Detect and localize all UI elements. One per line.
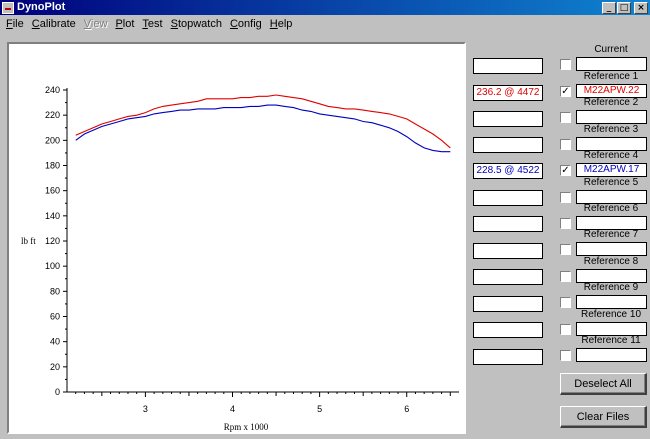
current-checkbox[interactable] — [560, 59, 571, 70]
readout-reference-9 — [473, 296, 543, 312]
readout-reference-1: 236.2 @ 4472 — [473, 85, 543, 101]
readout-reference-8 — [473, 269, 543, 285]
y-tick-label: 200 — [45, 135, 60, 145]
y-tick-label: 40 — [50, 337, 60, 347]
y-tick-label: 60 — [50, 312, 60, 322]
menu-view[interactable]: View — [80, 16, 112, 32]
readout-reference-3 — [473, 137, 543, 153]
x-axis-title: Rpm x 1000 — [224, 422, 269, 432]
reference-9-label: Reference 9 — [583, 282, 639, 293]
clear-files-button[interactable]: Clear Files — [560, 406, 647, 428]
window-title: DynoPlot — [17, 1, 66, 13]
x-tick-label: 4 — [230, 404, 235, 414]
readout-reference-5 — [473, 190, 543, 206]
torque-chart: 0 20 40 60 80 100 120 140 160 180 200 220 240 3 4 5 6 lb… — [21, 85, 459, 432]
menu-stopwatch[interactable]: Stopwatch — [167, 16, 226, 32]
reference-5-file-field[interactable] — [576, 190, 647, 204]
menu-help[interactable]: Help — [266, 16, 297, 32]
current-file-field[interactable] — [576, 57, 647, 71]
menu-test[interactable]: Test — [138, 16, 166, 32]
reference-2-label: Reference 2 — [583, 97, 639, 108]
y-tick-label: 0 — [55, 387, 60, 397]
reference-5-label: Reference 5 — [583, 177, 639, 188]
readout-reference-11 — [473, 349, 543, 365]
reference-10-file-field[interactable] — [576, 322, 647, 336]
readout-reference-6 — [473, 216, 543, 232]
reference-2-file-field[interactable] — [576, 110, 647, 124]
app-icon — [2, 1, 14, 14]
y-tick-label: 240 — [45, 85, 60, 95]
x-tick-label: 6 — [404, 404, 409, 414]
reference-10-label: Reference 10 — [580, 309, 642, 320]
close-button[interactable]: × — [634, 1, 648, 14]
minimize-button[interactable]: _ — [602, 1, 616, 14]
y-tick-label: 180 — [45, 161, 60, 171]
reference-8-label: Reference 8 — [583, 256, 639, 267]
readout-reference-7 — [473, 243, 543, 259]
reference-8-file-field[interactable] — [576, 269, 647, 283]
menu-bar: File Calibrate View Plot Test Stopwatch … — [0, 15, 650, 33]
readout-reference-10 — [473, 322, 543, 338]
readout-reference-2 — [473, 111, 543, 127]
reference-11-label: Reference 11 — [581, 335, 641, 346]
y-tick-label: 140 — [45, 211, 60, 221]
torque-curve-2 — [75, 104, 451, 153]
plot-area: 0 20 40 60 80 100 120 140 160 180 200 220 240 3 4 5 6 lb… — [7, 42, 466, 434]
reference-1-file-field[interactable]: M22APW.22 — [576, 84, 647, 98]
torque-curve-1 — [75, 94, 451, 149]
menu-calibrate[interactable]: Calibrate — [28, 16, 80, 32]
reference-7-label: Reference 7 — [583, 229, 639, 240]
reference-3-checkbox[interactable] — [560, 139, 571, 150]
reference-4-checkbox[interactable]: ✓ — [560, 165, 571, 176]
reference-10-checkbox[interactable] — [560, 324, 571, 335]
title-bar: DynoPlot _ □ × — [0, 0, 650, 15]
y-tick-label: 120 — [45, 236, 60, 246]
reference-11-checkbox[interactable] — [560, 350, 571, 361]
reference-3-label: Reference 3 — [583, 124, 639, 135]
y-tick-label: 80 — [50, 286, 60, 296]
reference-7-file-field[interactable] — [576, 242, 647, 256]
reference-9-checkbox[interactable] — [560, 297, 571, 308]
reference-8-checkbox[interactable] — [560, 271, 571, 282]
y-tick-label: 160 — [45, 186, 60, 196]
reference-6-checkbox[interactable] — [560, 218, 571, 229]
reference-6-file-field[interactable] — [576, 216, 647, 230]
reference-7-checkbox[interactable] — [560, 244, 571, 255]
maximize-button[interactable]: □ — [617, 1, 631, 14]
current-label: Current — [594, 44, 628, 55]
reference-9-file-field[interactable] — [576, 295, 647, 309]
menu-file[interactable]: File — [2, 16, 28, 32]
reference-1-checkbox[interactable]: ✓ — [560, 86, 571, 97]
y-axis-title: lb ft — [21, 236, 36, 246]
reference-4-file-field[interactable]: M22APW.17 — [576, 163, 647, 177]
x-tick-label: 5 — [317, 404, 322, 414]
x-tick-label: 3 — [143, 404, 148, 414]
reference-5-checkbox[interactable] — [560, 192, 571, 203]
menu-config[interactable]: Config — [226, 16, 266, 32]
readout-reference-4: 228.5 @ 4522 — [473, 163, 543, 179]
reference-4-label: Reference 4 — [583, 150, 639, 161]
y-tick-label: 100 — [45, 261, 60, 271]
reference-6-label: Reference 6 — [583, 203, 639, 214]
menu-plot[interactable]: Plot — [111, 16, 138, 32]
deselect-all-button[interactable]: Deselect All — [560, 373, 647, 395]
y-tick-label: 20 — [50, 362, 60, 372]
reference-1-label: Reference 1 — [583, 71, 639, 82]
reference-3-file-field[interactable] — [576, 137, 647, 151]
reference-11-file-field[interactable] — [576, 348, 647, 362]
readout-current — [473, 58, 543, 74]
reference-2-checkbox[interactable] — [560, 112, 571, 123]
y-tick-label: 220 — [45, 110, 60, 120]
